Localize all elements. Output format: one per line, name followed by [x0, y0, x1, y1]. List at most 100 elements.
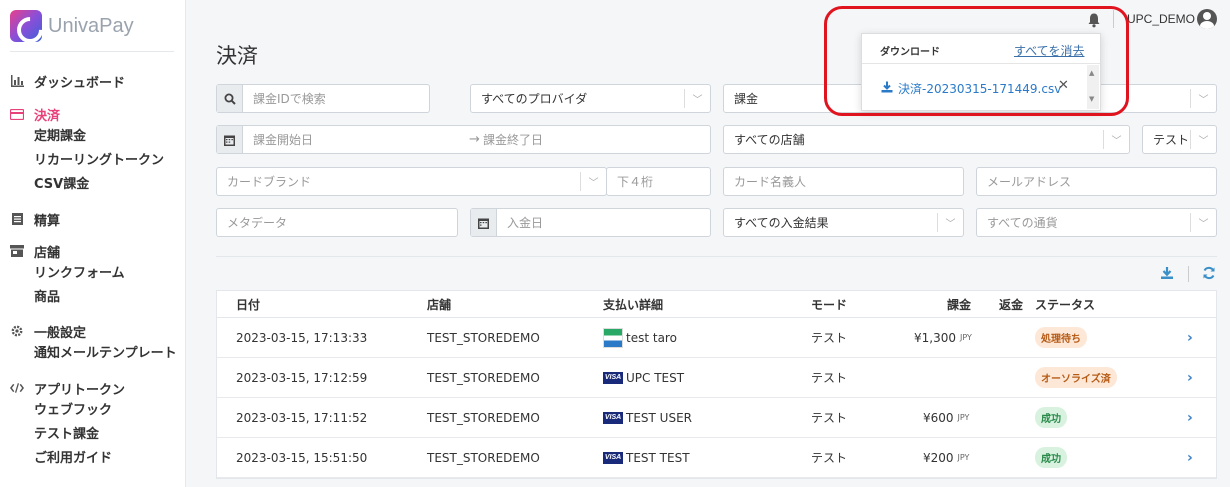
sidebar-item-user-guide[interactable]: ご利用ガイド [0, 447, 186, 471]
sidebar-item-test-charge[interactable]: テスト課金 [0, 423, 186, 447]
deposit-date-input[interactable]: 入金日 [497, 214, 543, 231]
code-icon [10, 381, 24, 395]
search-field[interactable]: 課金IDで検索 [216, 84, 430, 113]
toolbar-divider [1188, 266, 1189, 282]
charges-table: 日付 店舗 支払い詳細 モード 課金 返金 ステータス 2023-03-15, … [216, 290, 1217, 479]
sidebar-item-app-tokens[interactable]: アプリトークン [0, 377, 186, 399]
row-date: 2023-03-15, 17:11:52 [236, 410, 368, 425]
email-input[interactable]: メールアドレス [976, 167, 1217, 196]
row-store: TEST_STOREDEMO [427, 410, 540, 425]
bank-card-icon [603, 327, 623, 348]
status-badge: 成功 [1035, 447, 1067, 468]
row-mode: テスト [811, 411, 848, 425]
row-amount: ¥200 JPY [923, 438, 969, 477]
row-status: 処理待ち [1035, 318, 1087, 357]
row-mode: テスト [811, 451, 848, 465]
column-refund[interactable]: 返金 [999, 291, 1023, 318]
cardholder-input[interactable]: カード名義人 [723, 167, 964, 196]
sidebar-divider [10, 51, 174, 52]
column-store[interactable]: 店舗 [427, 291, 451, 318]
sidebar-item-link-form[interactable]: リンクフォーム [0, 262, 186, 286]
sidebar-item-webhooks[interactable]: ウェブフック [0, 399, 186, 423]
column-payment[interactable]: 支払い詳細 [603, 291, 663, 318]
metadata-placeholder: メタデータ [227, 216, 288, 230]
chevron-right-icon[interactable]: › [1187, 438, 1193, 477]
sidebar-item-label: アプリトークン [34, 382, 126, 398]
row-amount-value: ¥600 [923, 410, 954, 425]
column-status[interactable]: ステータス [1035, 291, 1095, 318]
page-title: 決済 [216, 44, 258, 68]
chevron-down-icon: ﹀ [937, 213, 963, 232]
sidebar-item-stores[interactable]: 店舗 [0, 240, 186, 262]
calendar-icon [217, 126, 243, 153]
row-mode: テスト [811, 371, 848, 385]
sidebar-item-settings[interactable]: 一般設定 [0, 320, 186, 342]
chevron-right-icon[interactable]: › [1187, 398, 1193, 437]
sidebar-item-csv-charge[interactable]: CSV課金 [0, 173, 186, 197]
refresh-icon[interactable] [1202, 266, 1216, 282]
chart-icon [10, 74, 24, 88]
sidebar-item-payments[interactable]: 決済 [0, 103, 186, 125]
gear-icon [10, 324, 24, 338]
deposit-result-value: すべての入金結果 [734, 216, 829, 230]
mode-select-value: テスト [1153, 133, 1190, 147]
row-amount-value: ¥1,300 [914, 330, 956, 345]
deposit-result-select[interactable]: すべての入金結果 ﹀ [723, 208, 964, 237]
column-amount[interactable]: 課金 [947, 291, 971, 318]
user-avatar-icon[interactable] [1197, 9, 1217, 29]
row-date: 2023-03-15, 17:13:33 [236, 330, 368, 345]
provider-select[interactable]: すべてのプロバイダ ﹀ [470, 84, 711, 113]
charge-type-value: 課金 [734, 92, 759, 106]
currency-select[interactable]: すべての通貨 ﹀ [976, 208, 1217, 237]
sidebar-item-label: 店舗 [34, 245, 61, 261]
sidebar: UnivaPay ダッシュボード 決済 定期課金 リカーリングトークン CSV課… [0, 0, 186, 487]
chevron-right-icon[interactable]: › [1187, 358, 1193, 397]
chevron-down-icon: ﹀ [1190, 213, 1216, 232]
table-row[interactable]: 2023-03-15, 17:12:59 TEST_STOREDEMO VISA… [217, 358, 1216, 398]
chevron-right-icon[interactable]: › [1187, 318, 1193, 357]
row-payment: VISA TEST USER [603, 398, 692, 437]
sidebar-item-recurring-tokens[interactable]: リカーリングトークン [0, 149, 186, 173]
univapay-logo-icon [10, 10, 42, 42]
sidebar-item-settlement[interactable]: 精算 [0, 208, 186, 230]
status-badge: 成功 [1035, 407, 1067, 428]
row-currency: JPY [960, 333, 972, 342]
store-select[interactable]: すべての店舗 ﹀ [723, 125, 1130, 154]
column-date[interactable]: 日付 [236, 291, 260, 318]
sidebar-item-dashboard[interactable]: ダッシュボード [0, 70, 186, 92]
start-date-input[interactable]: 課金開始日 [243, 131, 313, 148]
row-date: 2023-03-15, 17:12:59 [236, 370, 368, 385]
download-icon[interactable] [1160, 266, 1174, 282]
row-mode: テスト [811, 331, 848, 345]
highlight-annotation [824, 6, 1129, 116]
last4-input[interactable]: 下４桁 [606, 167, 711, 196]
deposit-date-field[interactable]: 入金日 [470, 208, 711, 237]
column-mode[interactable]: モード [811, 291, 847, 318]
table-row[interactable]: 2023-03-15, 15:51:50 TEST_STOREDEMO VISA… [217, 438, 1216, 478]
provider-select-value: すべてのプロバイダ [481, 92, 588, 106]
row-status: オーソライズ済 [1035, 358, 1117, 397]
username[interactable]: UPC_DEMO [1127, 10, 1195, 28]
row-amount: ¥1,300 JPY [914, 318, 972, 357]
store-icon [10, 244, 24, 258]
search-icon [217, 85, 243, 112]
sidebar-item-subscriptions[interactable]: 定期課金 [0, 125, 186, 149]
end-date-input[interactable]: 課金終了日 [483, 131, 543, 148]
metadata-input[interactable]: メタデータ [216, 208, 458, 237]
brand-logo[interactable]: UnivaPay [10, 10, 134, 42]
date-range-field[interactable]: 課金開始日 → 課金終了日 [216, 125, 711, 154]
visa-icon: VISA [603, 411, 623, 424]
mode-select[interactable]: テスト ﹀ [1142, 125, 1217, 154]
card-brand-select[interactable]: カードブランド ﹀ [216, 167, 607, 196]
row-payment: test taro [603, 318, 677, 357]
sidebar-item-products[interactable]: 商品 [0, 286, 186, 310]
status-badge: オーソライズ済 [1035, 367, 1117, 388]
sidebar-item-email-templates[interactable]: 通知メールテンプレート [0, 342, 186, 366]
search-input[interactable]: 課金IDで検索 [243, 90, 326, 107]
store-select-value: すべての店舗 [734, 133, 805, 147]
table-row[interactable]: 2023-03-15, 17:11:52 TEST_STOREDEMO VISA… [217, 398, 1216, 438]
status-badge: 処理待ち [1035, 327, 1087, 348]
sidebar-item-label: 精算 [34, 213, 61, 229]
table-row[interactable]: 2023-03-15, 17:13:33 TEST_STOREDEMO test… [217, 318, 1216, 358]
card-brand-value: カードブランド [227, 175, 312, 189]
